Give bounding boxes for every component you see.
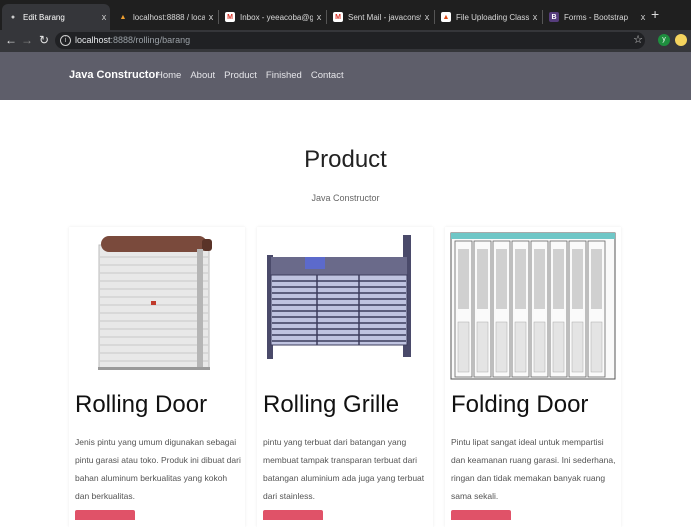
page-title: Product [304,146,387,173]
nav-link-finished[interactable]: Finished [266,70,302,81]
back-arrow-icon[interactable]: ← [4,33,18,47]
close-tab-icon[interactable]: x [421,12,433,22]
tab-title: Inbox - yeeacoba@gmail.com [240,12,313,22]
browser-toolbar: ← → ↻ i localhost:8888/rolling/barang ☆ [0,30,691,52]
extension-icon[interactable] [675,34,687,46]
tab-title: File Uploading Class — Cod [456,12,529,22]
close-tab-icon[interactable]: x [98,12,110,22]
address-bar[interactable]: i localhost:8888/rolling/barang ☆ [55,32,645,49]
close-tab-icon[interactable]: x [205,12,217,22]
nav-links: Home About Product Finished Contact [156,70,353,81]
tab-sent-mail[interactable]: M Sent Mail - javacons95@gm x [327,4,433,30]
bootstrap-icon: B [549,12,559,22]
card-description: pintu yang terbuat dari batangan yang me… [263,437,425,501]
tab-title: localhost:8888 / localhost [133,12,205,22]
new-tab-button[interactable]: + [651,6,659,22]
rolling-door-image [98,236,212,370]
tab-title: Sent Mail - javacons95@gm [348,12,421,22]
globe-icon: ● [10,13,16,21]
site-navbar: Java Constructor Home About Product Fini… [0,52,691,100]
close-tab-icon[interactable]: x [313,12,325,22]
nav-link-about[interactable]: About [190,70,215,81]
brand-logo-text[interactable]: Java Constructor [69,69,159,81]
close-tab-icon[interactable]: x [529,12,541,22]
card-button[interactable] [263,510,323,520]
card-description: Pintu lipat sangat ideal untuk mempartis… [451,437,616,501]
url-path: :8888/rolling/barang [110,35,191,45]
bookmark-star-icon[interactable]: ☆ [633,33,643,46]
folding-door-image [450,232,616,380]
codeigniter-icon: ▲ [441,12,451,22]
nav-link-product[interactable]: Product [224,70,257,81]
rolling-grille-image [267,235,411,359]
info-icon[interactable]: i [60,35,71,46]
card-button[interactable] [75,510,135,520]
tab-edit-barang[interactable]: ● Edit Barang x [2,4,110,30]
close-tab-icon[interactable]: x [637,12,649,22]
gmail-icon: M [225,12,235,22]
browser-tab-strip: ● Edit Barang x ▲ localhost:8888 / local… [0,0,691,30]
profile-avatar[interactable]: y [658,34,670,46]
tab-phpmyadmin[interactable]: ▲ localhost:8888 / localhost x [112,4,217,30]
tab-inbox[interactable]: M Inbox - yeeacoba@gmail.com x [219,4,325,30]
nav-link-home[interactable]: Home [156,70,181,81]
tab-title: Edit Barang [23,12,65,22]
card-button[interactable] [451,510,511,520]
product-card-rolling-grille: Rolling Grille pintu yang terbuat dari b… [257,227,433,527]
reload-icon[interactable]: ↻ [37,33,51,47]
tab-file-uploading[interactable]: ▲ File Uploading Class — Cod x [435,4,541,30]
tab-title: Forms - Bootstrap [564,12,629,22]
card-title: Rolling Grille [263,391,400,418]
card-description: Jenis pintu yang umum digunakan sebagai … [75,437,241,501]
phpmyadmin-icon: ▲ [119,13,127,21]
forward-arrow-icon[interactable]: → [20,33,34,47]
card-title: Folding Door [451,391,589,418]
tab-forms-bootstrap[interactable]: B Forms - Bootstrap x [543,4,649,30]
card-title: Rolling Door [75,391,208,418]
product-card-rolling-door: Rolling Door Jenis pintu yang umum digun… [69,227,245,527]
url-text[interactable]: localhost:8888/rolling/barang [75,35,190,45]
page-subtitle: Java Constructor [311,193,380,203]
gmail-icon: M [333,12,343,22]
nav-link-contact[interactable]: Contact [311,70,344,81]
url-host: localhost [75,35,111,45]
product-card-folding-door: Folding Door Pintu lipat sangat ideal un… [445,227,621,527]
